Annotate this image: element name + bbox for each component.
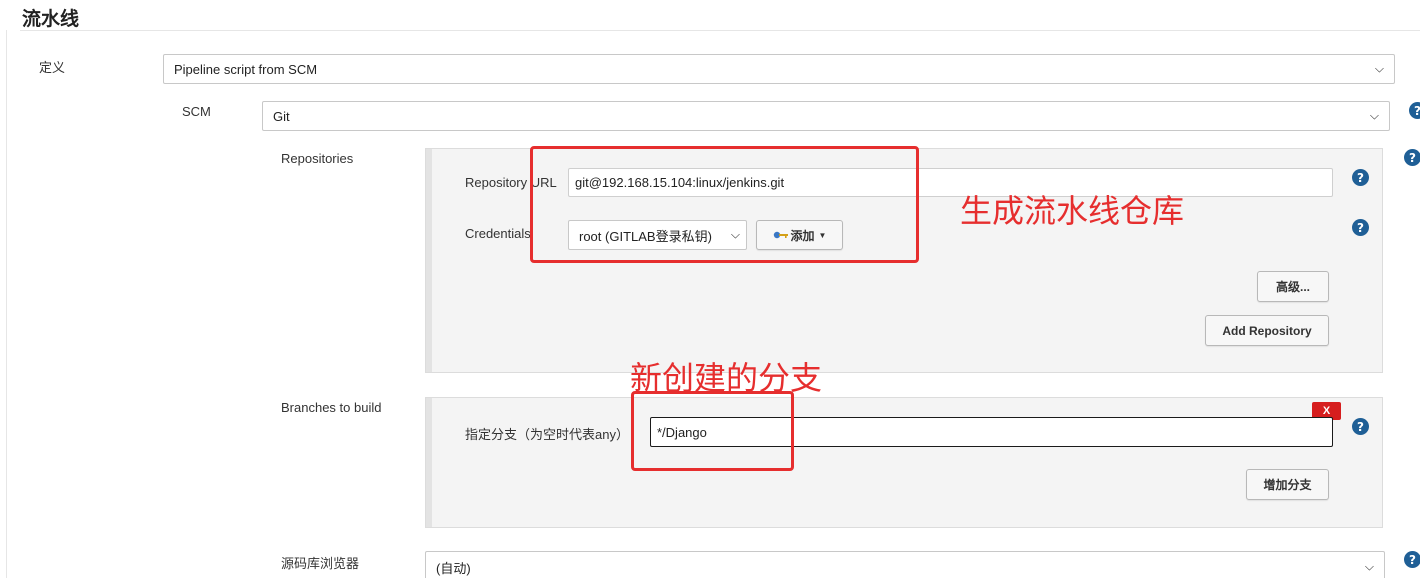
chevron-down-icon: ⌵ (1374, 61, 1384, 76)
credentials-label: Credentials (465, 226, 531, 241)
chevron-down-icon: ⌵ (1364, 559, 1374, 574)
help-icon[interactable]: ? (1404, 149, 1420, 166)
branch-spec-label: 指定分支（为空时代表any） (465, 427, 629, 442)
browser-label: 源码库浏览器 (281, 556, 360, 571)
panel-handle[interactable] (426, 149, 432, 372)
browser-select[interactable]: (自动) ⌵ (425, 551, 1385, 578)
help-icon[interactable]: ? (1409, 102, 1420, 119)
add-branch-button[interactable]: 增加分支 (1246, 469, 1329, 500)
definition-select-value: Pipeline script from SCM (174, 61, 318, 77)
chevron-down-icon: ⌵ (1369, 108, 1379, 123)
scm-select-value: Git (273, 108, 290, 124)
branch-annotation-box (631, 391, 794, 471)
repositories-label: Repositories (281, 151, 354, 166)
help-icon[interactable]: ? (1352, 418, 1369, 435)
divider (20, 30, 1420, 31)
scm-select[interactable]: Git ⌵ (262, 101, 1390, 131)
repo-annotation-text: 生成流水线仓库 (960, 192, 1185, 230)
branches-label: Branches to build (281, 400, 382, 415)
advanced-button[interactable]: 高级... (1257, 271, 1329, 302)
help-icon[interactable]: ? (1404, 551, 1420, 568)
help-icon[interactable]: ? (1352, 219, 1369, 236)
scm-label: SCM (182, 104, 211, 119)
panel-handle[interactable] (426, 398, 432, 527)
definition-label: 定义 (39, 60, 66, 75)
browser-select-value: (自动) (436, 560, 471, 576)
branch-annotation-text: 新创建的分支 (630, 359, 823, 397)
section-title: 流水线 (22, 9, 80, 30)
add-repository-button[interactable]: Add Repository (1205, 315, 1329, 346)
help-icon[interactable]: ? (1352, 169, 1369, 186)
divider (6, 30, 7, 578)
definition-select[interactable]: Pipeline script from SCM ⌵ (163, 54, 1395, 84)
repo-annotation-box (530, 146, 919, 263)
